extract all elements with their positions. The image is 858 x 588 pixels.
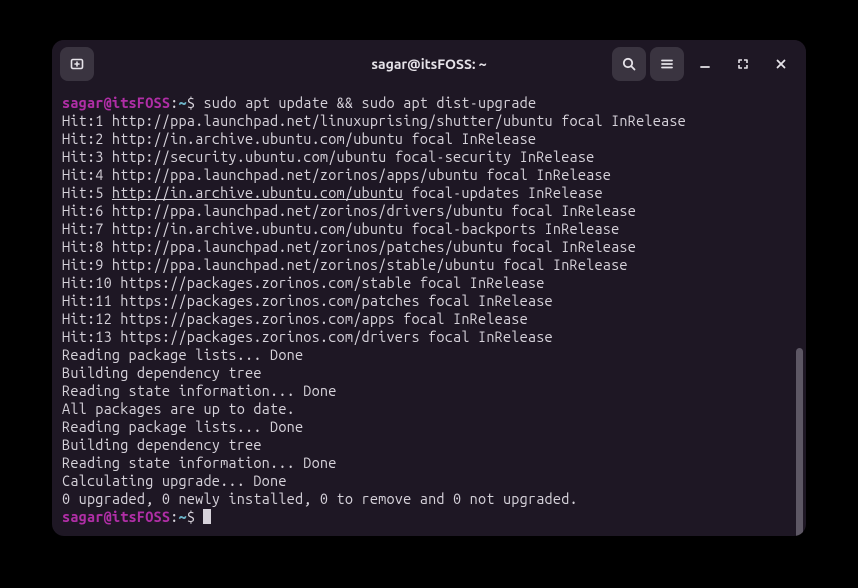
menu-button[interactable] xyxy=(650,47,684,81)
command-text: sudo apt update && sudo apt dist-upgrade xyxy=(203,94,536,111)
prompt-sep1: : xyxy=(170,508,178,525)
maximize-button[interactable] xyxy=(726,47,760,81)
prompt-sep1: : xyxy=(170,94,178,111)
new-tab-button[interactable] xyxy=(60,47,94,81)
terminal-window: sagar@itsFOSS: ~ xyxy=(52,40,806,536)
terminal-body[interactable]: sagar@itsFOSS:~$ sudo apt update && sudo… xyxy=(52,88,806,536)
prompt-sep2: $ xyxy=(187,94,204,111)
search-button[interactable] xyxy=(612,47,646,81)
title-bar: sagar@itsFOSS: ~ xyxy=(52,40,806,88)
prompt-path: ~ xyxy=(179,508,187,525)
cursor xyxy=(203,509,211,524)
prompt-path: ~ xyxy=(179,94,187,111)
scrollbar[interactable] xyxy=(796,348,803,536)
prompt-user: sagar@itsFOSS xyxy=(62,94,170,111)
prompt-sep2: $ xyxy=(187,508,204,525)
prompt-user: sagar@itsFOSS xyxy=(62,508,170,525)
close-button[interactable] xyxy=(764,47,798,81)
output-lines: Hit:1 http://ppa.launchpad.net/linuxupri… xyxy=(62,112,686,507)
minimize-button[interactable] xyxy=(688,47,722,81)
